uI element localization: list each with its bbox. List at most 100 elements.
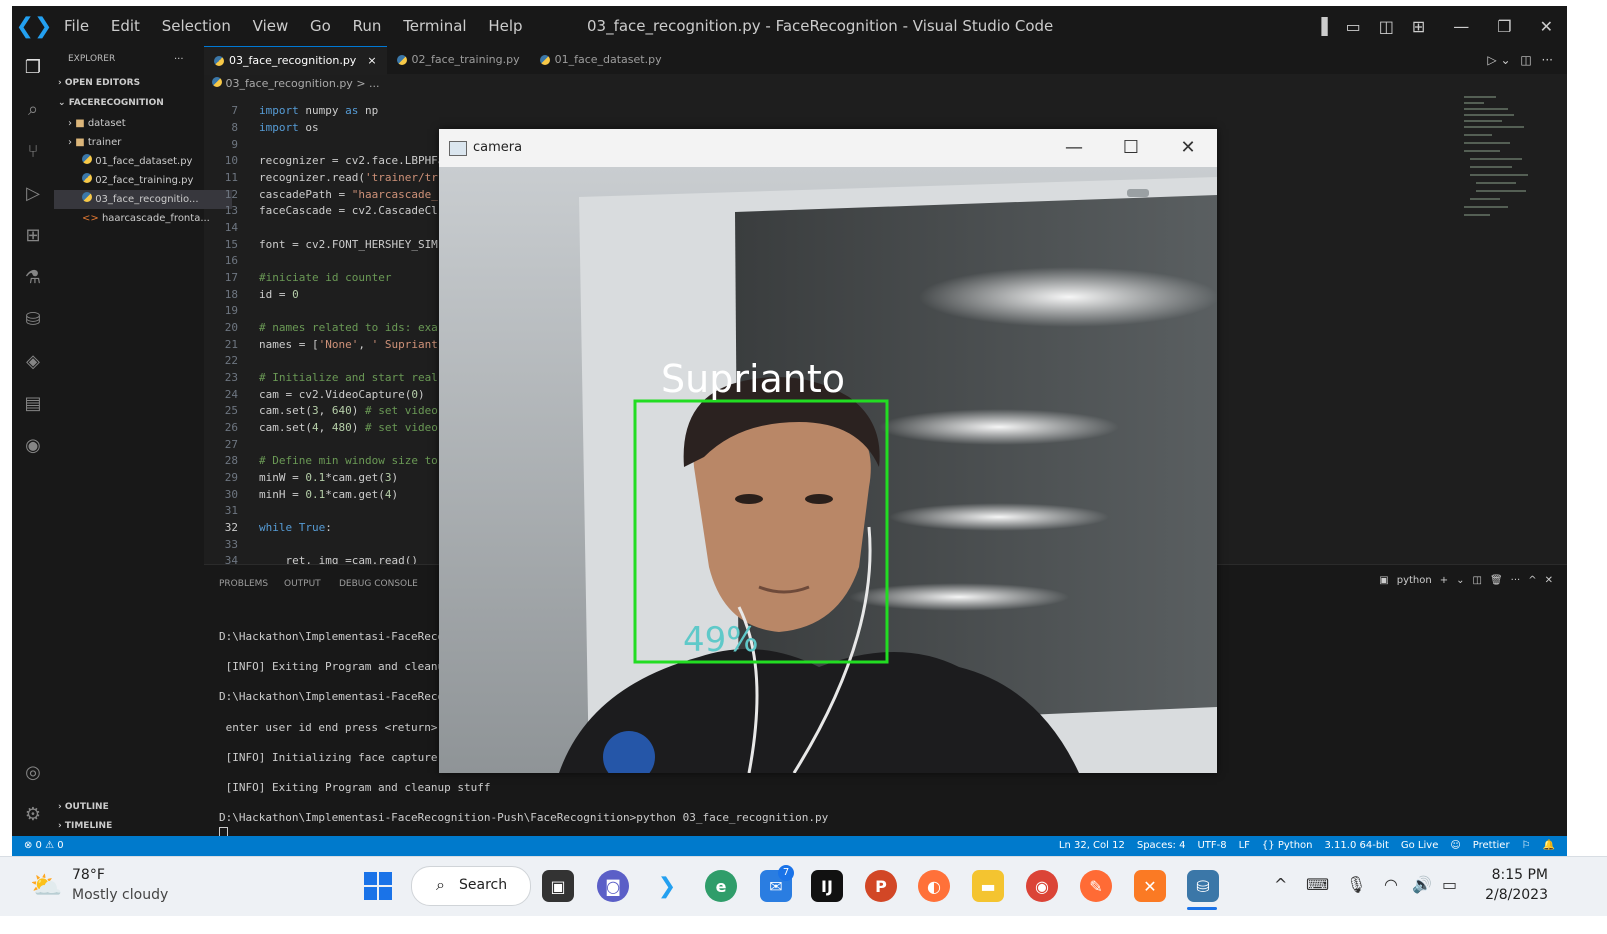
account-icon[interactable]: ◎ [21, 761, 45, 785]
menu-file[interactable]: File [64, 17, 89, 35]
project-section[interactable]: ⌄ FACERECOGNITION [58, 94, 208, 113]
feedback-icon[interactable]: ⚐ [1522, 836, 1531, 856]
more-icon[interactable]: ··· [1511, 575, 1521, 586]
minimap[interactable] [1462, 94, 1532, 234]
toggle-secondary-sidebar-icon[interactable]: ◫ [1379, 17, 1394, 36]
open-editors-section[interactable]: › OPEN EDITORS [58, 74, 208, 93]
menu-edit[interactable]: Edit [111, 17, 140, 35]
camera-title-bar[interactable]: camera — ☐ ✕ [439, 129, 1217, 167]
menu-help[interactable]: Help [488, 17, 522, 35]
menu-go[interactable]: Go [310, 17, 331, 35]
keyboard-icon[interactable]: ⌨ [1306, 875, 1329, 894]
menu-view[interactable]: View [253, 17, 289, 35]
clock-date[interactable]: 2/8/2023 [1478, 887, 1548, 903]
extensions-icon[interactable]: ⊞ [21, 224, 45, 248]
github-icon[interactable]: ◉ [21, 434, 45, 458]
testing-icon[interactable]: ⚗ [21, 266, 45, 290]
close-icon[interactable]: ✕ [1173, 129, 1203, 167]
chat-icon[interactable]: ◙ [597, 870, 629, 902]
chrome-icon[interactable]: ◉ [1026, 870, 1058, 902]
interpreter-version[interactable]: 3.11.0 64-bit [1325, 836, 1389, 856]
split-editor-icon[interactable]: ◫ [1520, 53, 1531, 67]
restore-icon[interactable]: ❐ [1497, 17, 1511, 36]
tab-01-face-dataset[interactable]: 01_face_dataset.py [530, 46, 672, 74]
taskbar-search[interactable]: ⌕ Search [411, 866, 531, 906]
tab-output[interactable]: OUTPUT [284, 579, 321, 589]
bell-icon[interactable]: 🔔 [1543, 836, 1555, 856]
python-taskbar-icon[interactable]: ⛁ [1187, 870, 1219, 902]
explorer-icon[interactable]: ❐ [21, 56, 45, 80]
windows-start-icon[interactable] [362, 870, 394, 902]
close-panel-icon[interactable]: ✕ [1545, 575, 1553, 586]
run-debug-icon[interactable]: ▷ [21, 182, 45, 206]
outline-section[interactable]: › OUTLINE [58, 798, 208, 817]
chevron-up-icon[interactable]: ^ [1274, 875, 1287, 894]
gear-icon[interactable]: ⚙ [21, 803, 45, 827]
wifi-icon[interactable]: ◠ [1384, 875, 1398, 894]
tab-03-face-recognition[interactable]: 03_face_recognition.py × [204, 46, 387, 75]
postman-icon[interactable]: ✎ [1080, 870, 1112, 902]
weather-icon[interactable]: ⛅ [30, 871, 62, 901]
close-icon[interactable]: ✕ [1540, 17, 1553, 36]
menu-selection[interactable]: Selection [162, 17, 231, 35]
weather-temp[interactable]: 78°F [72, 867, 105, 883]
notebook-icon[interactable]: ▤ [21, 392, 45, 416]
chevron-down-icon[interactable]: ⌄ [1456, 575, 1464, 586]
xampp-icon[interactable]: ✕ [1134, 870, 1166, 902]
encoding[interactable]: UTF-8 [1197, 836, 1226, 856]
close-tab-icon[interactable]: × [367, 47, 376, 75]
tab-debug-console[interactable]: DEBUG CONSOLE [339, 579, 418, 589]
explorer-more-icon[interactable]: ··· [174, 50, 194, 69]
language-mode[interactable]: {} Python [1262, 836, 1313, 856]
minimize-icon[interactable]: — [1453, 17, 1469, 36]
tree-item-dataset[interactable]: › ■ dataset [68, 114, 218, 133]
go-live-button[interactable]: Go Live [1401, 836, 1438, 856]
indentation[interactable]: Spaces: 4 [1137, 836, 1186, 856]
line-number: 9 [231, 138, 238, 151]
tree-item-trainer[interactable]: › ■ trainer [68, 133, 218, 152]
terminal-line: [INFO] Exiting Program and cleanup stuff [219, 781, 491, 794]
task-view-icon[interactable]: ▣ [542, 870, 574, 902]
cursor-position[interactable]: Ln 32, Col 12 [1059, 836, 1125, 856]
problems-count[interactable]: ⊗ 0 ⚠ 0 [24, 836, 64, 856]
python-icon[interactable]: ⛁ [21, 308, 45, 332]
weather-desc[interactable]: Mostly cloudy [72, 887, 168, 903]
chevron-down-icon[interactable]: ⌄ [1500, 53, 1510, 67]
split-terminal-icon[interactable]: ◫ [1473, 575, 1482, 586]
clock-time[interactable]: 8:15 PM [1488, 867, 1548, 883]
source-control-icon[interactable]: ⑂ [21, 140, 45, 164]
terminal-name[interactable]: python [1397, 575, 1432, 586]
battery-icon[interactable]: ▭ [1442, 875, 1457, 894]
firefox-icon[interactable]: ◐ [918, 870, 950, 902]
run-icon[interactable]: ▷ [1487, 53, 1496, 67]
xml-file-icon: <> [82, 213, 99, 224]
powerpoint-icon[interactable]: P [865, 870, 897, 902]
remote-explorer-icon[interactable]: ◈ [21, 350, 45, 374]
vscode-taskbar-icon[interactable]: ❯ [651, 870, 683, 902]
more-icon[interactable]: ··· [1542, 53, 1553, 67]
line-ending[interactable]: LF [1239, 836, 1250, 856]
minimize-icon[interactable]: — [1059, 129, 1089, 167]
tab-problems[interactable]: PROBLEMS [219, 579, 268, 589]
timeline-section[interactable]: › TIMELINE [58, 817, 208, 836]
search-icon[interactable]: ⌕ [21, 98, 45, 122]
menu-terminal[interactable]: Terminal [403, 17, 466, 35]
maximize-icon[interactable]: ☐ [1116, 129, 1146, 167]
prettier-button[interactable]: Prettier [1473, 836, 1510, 856]
maximize-panel-icon[interactable]: ^ [1528, 575, 1536, 586]
edge-icon[interactable]: e [705, 870, 737, 902]
accounts-icon[interactable]: ☺ [1450, 836, 1460, 856]
file-explorer-icon[interactable]: ▬ [972, 870, 1004, 902]
volume-icon[interactable]: 🔊 [1412, 875, 1432, 894]
customize-layout-icon[interactable]: ⊞ [1412, 17, 1425, 36]
breadcrumb[interactable]: 03_face_recognition.py > ... [212, 74, 380, 94]
add-terminal-icon[interactable]: + [1440, 575, 1448, 586]
trash-icon[interactable]: 🗑 [1490, 575, 1503, 586]
toggle-sidebar-icon[interactable]: ▐ [1315, 17, 1327, 36]
jetbrains-icon[interactable]: IJ [811, 870, 843, 902]
microphone-icon[interactable]: 🎙 [1346, 875, 1366, 894]
tab-02-face-training[interactable]: 02_face_training.py [387, 46, 530, 74]
toggle-panel-icon[interactable]: ▭ [1346, 17, 1361, 36]
chevron-right-icon: › [68, 137, 72, 148]
menu-run[interactable]: Run [353, 17, 382, 35]
